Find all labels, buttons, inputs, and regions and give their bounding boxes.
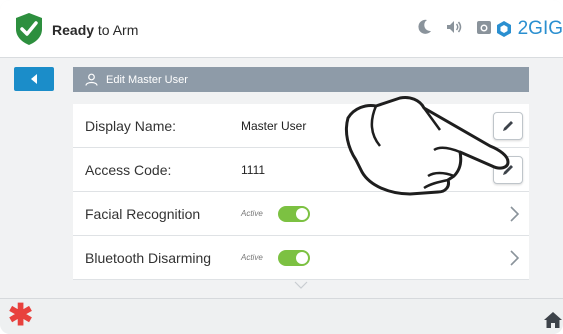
back-arrow-icon	[31, 74, 37, 84]
status-icons	[415, 18, 493, 36]
bottom-bar: ✱	[0, 298, 563, 334]
pointing-hand-icon	[344, 96, 510, 196]
chevron-right-icon[interactable]	[507, 249, 521, 267]
display-name-value: Master User	[241, 118, 307, 133]
brand-name: 2GIG	[517, 18, 563, 39]
brand-mark-icon	[496, 21, 511, 37]
access-code-label: Access Code:	[85, 161, 172, 178]
home-icon[interactable]	[543, 311, 563, 329]
facial-recognition-label: Facial Recognition	[85, 205, 201, 222]
brand-logo: 2GIG	[494, 18, 563, 40]
row-bluetooth-disarming[interactable]: Bluetooth Disarming Active	[73, 236, 529, 280]
back-button[interactable]	[14, 67, 54, 91]
facial-recognition-toggle[interactable]	[278, 205, 310, 222]
chevron-right-icon[interactable]	[507, 205, 521, 223]
moon-icon[interactable]	[415, 18, 433, 36]
edit-header-title: Edit Master User	[106, 73, 188, 86]
shield-check-icon	[16, 13, 42, 45]
arm-status-text: Ready to Arm	[52, 22, 139, 38]
status-bar: Ready to Arm 2GIG	[0, 0, 563, 58]
facial-recognition-state: Active	[241, 209, 263, 218]
asterisk-icon[interactable]: ✱	[8, 301, 33, 331]
user-icon	[85, 73, 98, 86]
row-facial-recognition[interactable]: Facial Recognition Active	[73, 192, 529, 236]
camera-icon[interactable]	[475, 18, 493, 36]
touchscreen: Ready to Arm 2GIG Edit Master User Displ…	[0, 0, 563, 334]
scroll-down-caret-icon[interactable]	[294, 281, 308, 289]
access-code-value: 1111	[241, 162, 266, 177]
bluetooth-disarming-label: Bluetooth Disarming	[85, 249, 212, 266]
bluetooth-disarming-toggle[interactable]	[278, 249, 310, 266]
edit-header: Edit Master User	[73, 67, 529, 92]
display-name-label: Display Name:	[85, 117, 177, 134]
volume-icon[interactable]	[445, 18, 463, 36]
bluetooth-disarming-state: Active	[241, 253, 263, 262]
